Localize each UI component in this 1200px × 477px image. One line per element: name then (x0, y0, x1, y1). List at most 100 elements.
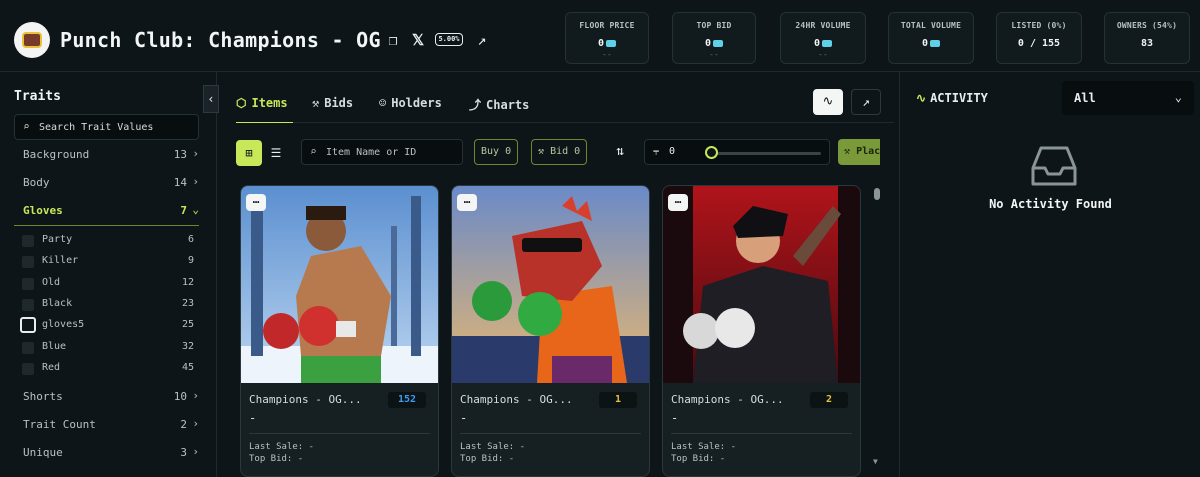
sort-button[interactable]: ⇅ (610, 140, 630, 164)
stat-label: FLOOR PRICE (579, 21, 635, 30)
checkbox[interactable] (22, 299, 34, 311)
bid-cart-button[interactable]: ⚒ Bid 0 (531, 139, 588, 165)
trait-option-old[interactable]: Old 12 (22, 275, 194, 293)
tab-charts[interactable]: ⤴ Charts (469, 96, 529, 114)
trait-search-input[interactable] (39, 119, 194, 135)
stat-change: -- (818, 50, 828, 59)
last-sale: Last Sale: - (249, 442, 315, 452)
trait-option-gloves5[interactable]: gloves5 25 (20, 317, 194, 335)
activity-filter-value: All (1074, 91, 1096, 105)
trait-name: Trait Count (23, 418, 96, 431)
stat-value: 0 / 155 (1017, 38, 1061, 49)
grid-view-button[interactable]: ⊞ (236, 140, 262, 166)
trait-count: 10 (173, 390, 187, 403)
stat-owners: OWNERS (54%) 83 (1104, 12, 1190, 64)
more-options-button[interactable]: … (668, 194, 688, 211)
activity-filter-select[interactable]: All ⌄ (1062, 81, 1194, 115)
trait-option-black[interactable]: Black 23 (22, 296, 194, 314)
trait-row-unique[interactable]: Unique 3 › (14, 442, 199, 464)
checkbox[interactable] (20, 317, 36, 333)
sweep-value: 0 (669, 146, 676, 157)
trait-row-body[interactable]: Body 14 › (14, 172, 199, 194)
trait-option-killer[interactable]: Killer 9 (22, 253, 194, 271)
checkbox[interactable] (22, 235, 34, 247)
sweep-slider-track[interactable] (709, 152, 821, 155)
list-icon: ☰ (270, 146, 282, 160)
royalty-fee-badge: 5.00% (435, 33, 463, 46)
eth-icon (713, 39, 724, 47)
tab-bids[interactable]: ⚒ Bids (312, 96, 353, 114)
trait-option-blue[interactable]: Blue 32 (22, 339, 194, 357)
activity-title: ∿ ACTIVITY (916, 91, 988, 105)
item-price: - (249, 411, 257, 425)
stat-label: TOP BID (696, 21, 732, 30)
card-divider (460, 433, 641, 434)
card-divider (671, 433, 852, 434)
copy-icon[interactable]: ❐ (384, 31, 402, 49)
trait-row-shorts[interactable]: Shorts 10 › (14, 386, 199, 408)
buy-cart-button[interactable]: Buy 0 (474, 139, 519, 165)
x-logo-icon[interactable]: 𝕏 (409, 31, 427, 49)
sweep-slider-knob[interactable] (705, 146, 718, 159)
external-link-icon[interactable]: ↗ (473, 31, 491, 49)
stat-floor-price: FLOOR PRICE 0 -- (565, 12, 649, 64)
stat-label: TOTAL VOLUME (900, 21, 962, 30)
item-search-input[interactable] (326, 144, 458, 160)
chevron-right-icon: › (192, 445, 199, 458)
item-image (452, 186, 649, 383)
last-sale: Last Sale: - (460, 442, 526, 452)
activity-pulse-button[interactable]: ∿ (813, 89, 843, 115)
trait-row-gloves[interactable]: Gloves 7 ⌄ (14, 200, 199, 226)
trait-name: Body (23, 176, 50, 189)
scrollbar-thumb[interactable] (874, 188, 880, 200)
item-card[interactable]: … Champions - OG... 2 - Last Sale: - Top… (662, 185, 861, 477)
stat-label: 24HR VOLUME (795, 21, 851, 30)
trait-row-trait-count[interactable]: Trait Count 2 › (14, 414, 199, 436)
stat-24hr-volume: 24HR VOLUME 0 -- (780, 12, 866, 64)
stat-value: 83 (1140, 38, 1154, 49)
tab-items[interactable]: ⬡ Items (236, 96, 288, 114)
price-chart-button[interactable]: ↗ (851, 89, 881, 115)
collapse-sidebar-button[interactable]: ‹ (203, 85, 219, 113)
traits-title: Traits (14, 89, 61, 104)
item-number-badge: 152 (388, 392, 426, 408)
more-options-button[interactable]: … (457, 194, 477, 211)
traits-sidebar: Traits ⌕ Background 13 › Body 14 › Glove… (0, 72, 217, 477)
checkbox[interactable] (22, 278, 34, 290)
checkbox[interactable] (22, 256, 34, 268)
chevron-right-icon: › (192, 389, 199, 402)
trait-row-background[interactable]: Background 13 › (14, 144, 199, 166)
trait-option-party[interactable]: Party 6 (22, 232, 194, 250)
option-count: 6 (187, 234, 194, 245)
last-sale: Last Sale: - (671, 442, 737, 452)
item-price: - (671, 411, 679, 425)
list-view-button[interactable]: ☰ (263, 140, 289, 166)
item-image (663, 186, 860, 383)
stat-change: -- (709, 50, 719, 59)
trait-search-box: ⌕ (14, 114, 199, 140)
option-name: Party (42, 234, 73, 245)
tab-holders[interactable]: ☺ Holders (379, 96, 442, 114)
checkbox[interactable] (22, 363, 34, 375)
item-card[interactable]: … Champions - OG... 1 - Last Sale: - Top… (451, 185, 650, 477)
trait-count: 14 (173, 176, 187, 189)
items-grid: … Champions - OG... 152 - Last Sale: - T… (240, 185, 880, 477)
top-bid: Top Bid: - (671, 454, 726, 464)
option-name: Old (42, 277, 61, 288)
trait-option-red[interactable]: Red 45 (22, 360, 194, 378)
more-options-button[interactable]: … (246, 194, 266, 211)
eth-icon (930, 39, 941, 47)
place-bid-button[interactable]: ⚒ Place (838, 139, 880, 165)
grid-scrollbar[interactable]: ▼ (873, 185, 880, 467)
option-count: 9 (187, 255, 194, 266)
item-card[interactable]: … Champions - OG... 152 - Last Sale: - T… (240, 185, 439, 477)
scroll-down-icon[interactable]: ▼ (873, 457, 878, 466)
item-name: Champions - OG... (460, 393, 573, 406)
collection-header: Punch Club: Champions - OG ❐ 𝕏 5.00% ↗ F… (0, 0, 1200, 72)
eth-icon (606, 39, 617, 47)
option-name: gloves5 (42, 319, 85, 330)
checkbox[interactable] (22, 342, 34, 354)
collection-logo (14, 22, 50, 58)
main-panel: ⬡ Items ⚒ Bids ☺ Holders ⤴ Charts ∿ ↗ ⊞ ☰ ⌕ … (218, 72, 898, 477)
layers-icon: ⬡ (236, 96, 247, 110)
